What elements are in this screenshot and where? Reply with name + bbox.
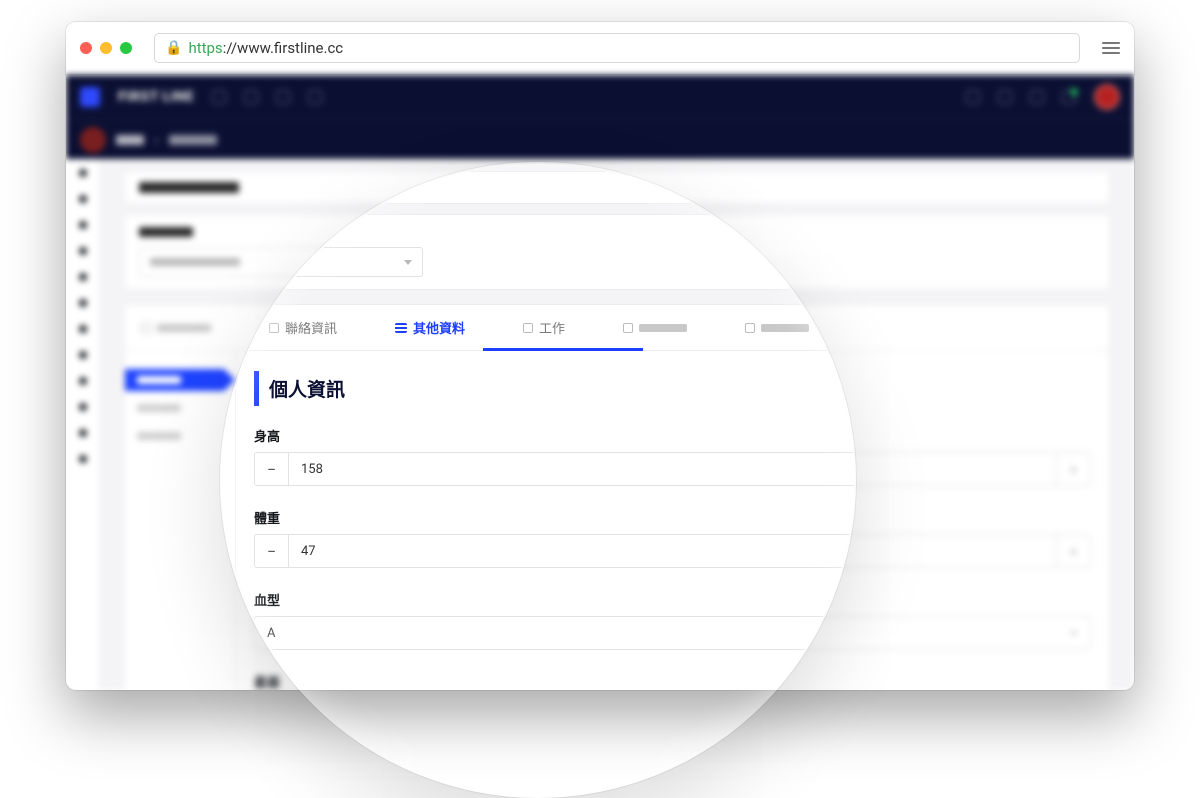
blood-value: A — [267, 626, 275, 641]
doc-icon — [269, 323, 279, 333]
rail-icon[interactable] — [79, 325, 87, 333]
header-icon[interactable] — [998, 90, 1012, 104]
briefcase-icon — [523, 323, 533, 333]
rail-icon[interactable] — [79, 273, 87, 281]
tab-work-label: 工作 — [539, 318, 565, 337]
tab-other[interactable]: 其他資料 — [395, 318, 465, 337]
header-icon[interactable] — [308, 90, 322, 104]
search-icon[interactable] — [966, 90, 980, 104]
tab-work[interactable]: 工作 — [523, 318, 565, 337]
notifications-icon[interactable] — [1062, 90, 1076, 104]
url-bar[interactable]: 🔒 https ://www.firstline.cc — [154, 33, 1080, 63]
window-controls — [80, 42, 132, 54]
tab-contact[interactable]: 聯絡資訊 — [269, 318, 337, 337]
owner-label — [139, 227, 193, 237]
section-nav — [125, 351, 235, 690]
rail-icon[interactable] — [79, 351, 87, 359]
increment-button[interactable]: + — [1056, 535, 1090, 567]
rail-icon[interactable] — [79, 377, 87, 385]
decrement-button[interactable]: − — [255, 535, 289, 567]
tab-item[interactable] — [623, 323, 687, 333]
notification-dot-icon — [1070, 88, 1078, 96]
header-icon[interactable] — [1030, 90, 1044, 104]
tab-contact-label: 聯絡資訊 — [285, 318, 337, 337]
increment-button[interactable]: + — [1056, 453, 1090, 485]
section-nav-item[interactable] — [125, 369, 235, 391]
header-icon[interactable] — [244, 90, 258, 104]
rail-icon[interactable] — [79, 403, 87, 411]
tab-basic[interactable] — [141, 323, 211, 333]
decrement-button[interactable]: − — [255, 453, 289, 485]
header-icon[interactable] — [276, 90, 290, 104]
tab-item[interactable] — [745, 323, 809, 333]
section-nav-item[interactable] — [125, 425, 235, 447]
rail-icon[interactable] — [79, 429, 87, 437]
breadcrumb[interactable] — [169, 135, 217, 145]
chevron-down-icon — [1070, 631, 1078, 636]
section-nav-item[interactable] — [125, 397, 235, 419]
breadcrumb[interactable] — [116, 135, 144, 145]
left-rail — [66, 159, 100, 690]
url-host: ://www.firstline.cc — [223, 39, 343, 57]
list-icon — [395, 323, 407, 333]
maximize-window-button[interactable] — [120, 42, 132, 54]
avatar[interactable] — [1094, 84, 1120, 110]
close-window-button[interactable] — [80, 42, 92, 54]
customer-name — [139, 182, 239, 193]
tab-icon — [141, 323, 151, 333]
rail-icon[interactable] — [79, 455, 87, 463]
browser-toolbar: 🔒 https ://www.firstline.cc — [66, 22, 1134, 75]
tab-other-label: 其他資料 — [413, 318, 465, 337]
rail-icon[interactable] — [79, 247, 87, 255]
breadcrumb-bar: › — [66, 119, 1134, 159]
lock-icon: 🔒 — [165, 40, 182, 56]
browser-menu-button[interactable] — [1102, 39, 1120, 57]
minimize-window-button[interactable] — [100, 42, 112, 54]
rail-icon[interactable] — [79, 195, 87, 203]
header-icon[interactable] — [212, 90, 226, 104]
rail-icon[interactable] — [79, 221, 87, 229]
rail-icon[interactable] — [79, 169, 87, 177]
app-header: FIRST LINE — [66, 75, 1134, 119]
app-logo-icon — [80, 87, 100, 107]
rail-icon[interactable] — [79, 299, 87, 307]
brand-label: FIRST LINE — [118, 89, 194, 105]
url-scheme: https — [188, 39, 222, 57]
browser-frame: 🔒 https ://www.firstline.cc FIRST LINE › — [66, 22, 1134, 690]
avatar — [80, 127, 106, 153]
